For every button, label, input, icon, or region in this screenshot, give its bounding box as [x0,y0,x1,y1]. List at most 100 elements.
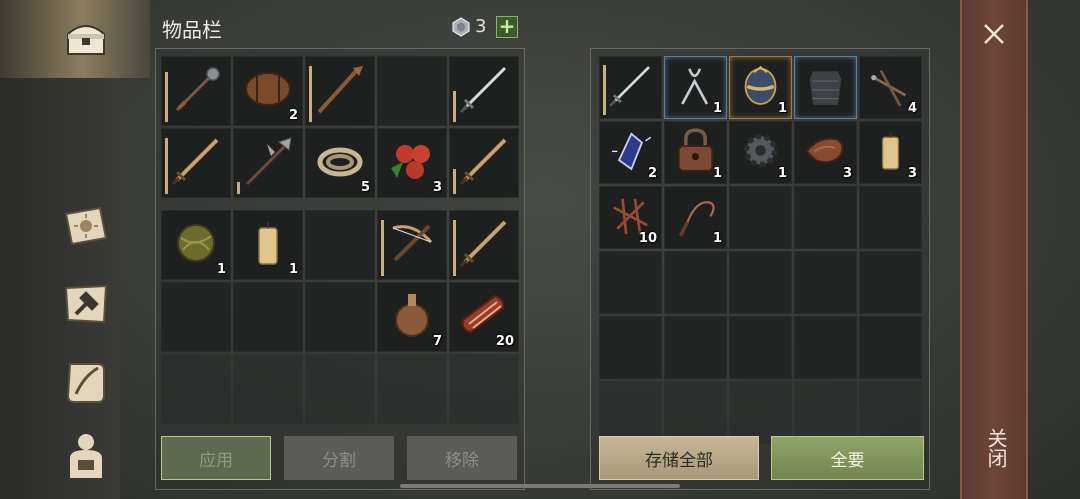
item-count: 5 [360,180,370,195]
inventory-slot[interactable]: 3 [794,121,857,184]
inventory-slot[interactable] [305,56,375,126]
inventory-slot[interactable]: 1 [664,121,727,184]
inventory-slot[interactable] [233,354,303,424]
wooden-sword-icon [455,132,513,194]
inventory-slot[interactable] [233,282,303,352]
durability-bar [309,66,312,122]
inventory-slot[interactable] [449,56,519,126]
durability-bar [237,182,240,194]
close-panel[interactable] [960,0,1028,499]
inventory-slot[interactable]: 3 [859,121,922,184]
inventory-slot[interactable] [161,56,231,126]
item-count: 2 [288,108,298,123]
inventory-slot[interactable]: 1 [233,210,303,280]
inventory-slot[interactable] [305,282,375,352]
inventory-slot[interactable] [859,186,922,249]
inventory-slot[interactable] [377,210,447,280]
inventory-slot[interactable] [449,210,519,280]
inventory-slot[interactable] [233,128,303,198]
inventory-slot[interactable]: 2 [233,56,303,126]
inventory-slot[interactable] [729,381,792,444]
inventory-slot[interactable]: 2 [599,121,662,184]
inventory-slot[interactable] [599,316,662,379]
sword-icon [455,60,513,122]
durability-bar [453,169,456,194]
item-count: 1 [712,231,722,246]
inventory-slot[interactable]: 5 [305,128,375,198]
inventory-slot[interactable] [664,251,727,314]
durability-bar [453,220,456,276]
backpack-grid: 1 1 7 20 [161,210,519,424]
armor-icon [800,60,851,115]
home-indicator [400,484,680,488]
inventory-slot[interactable]: 10 [599,186,662,249]
inventory-slot[interactable] [859,316,922,379]
item-count: 7 [432,334,442,349]
inventory-slot[interactable] [599,56,662,119]
durability-bar [603,65,606,115]
storage-grid: 1 1 4 2 1 1 3 3 10 1 [599,56,922,444]
inventory-slot[interactable] [859,381,922,444]
inventory-slot[interactable]: 1 [664,186,727,249]
inventory-slot[interactable] [599,381,662,444]
inventory-slot[interactable] [305,210,375,280]
inventory-slot[interactable] [664,381,727,444]
durability-bar [453,91,456,122]
inventory-slot[interactable] [377,56,447,126]
inventory-slot[interactable] [794,251,857,314]
gem-currency-icon [452,17,470,37]
inventory-slot[interactable] [859,251,922,314]
apply-button[interactable]: 应用 [161,436,271,480]
inventory-slot[interactable] [599,251,662,314]
sun-book-icon[interactable] [58,198,114,254]
inventory-slot[interactable] [794,381,857,444]
inventory-slot[interactable] [161,128,231,198]
item-count: 1 [712,101,722,116]
inventory-slot[interactable]: 1 [161,210,231,280]
mace-icon [167,60,225,122]
scroll-quill-icon[interactable] [58,354,114,410]
take-all-button[interactable]: 全要 [771,436,924,480]
store-all-button[interactable]: 存储全部 [599,436,759,480]
inventory-slot[interactable] [449,128,519,198]
split-button[interactable]: 分割 [284,436,394,480]
item-count: 1 [216,262,226,277]
inventory-slot[interactable]: 4 [859,56,922,119]
inventory-slot[interactable] [449,354,519,424]
inventory-slot[interactable] [664,316,727,379]
inventory-slot[interactable] [794,56,857,119]
close-label[interactable]: 关闭 [982,428,1011,468]
inventory-slot[interactable]: 7 [377,282,447,352]
inventory-slot[interactable] [161,354,231,424]
item-count: 3 [432,180,442,195]
character-icon[interactable] [58,428,114,484]
inventory-slot[interactable] [794,316,857,379]
inventory-slot[interactable]: 1 [729,56,792,119]
durability-bar [165,138,168,194]
item-count: 1 [777,101,787,116]
map-hammer-icon[interactable] [58,276,114,332]
inventory-slot[interactable] [377,354,447,424]
wooden-sword-icon [455,214,513,276]
durability-bar [381,220,384,276]
crossbow-icon [383,214,441,276]
inventory-slot[interactable]: 1 [664,56,727,119]
item-count: 4 [907,101,917,116]
halberd-icon [239,132,297,194]
inventory-slot[interactable]: 1 [729,121,792,184]
remove-button[interactable]: 移除 [407,436,517,480]
inventory-slot[interactable]: 20 [449,282,519,352]
item-count: 3 [842,166,852,181]
inventory-slot[interactable] [794,186,857,249]
inventory-slot[interactable] [729,316,792,379]
close-icon[interactable] [976,16,1012,52]
inventory-slot[interactable]: 3 [377,128,447,198]
chest-icon[interactable] [58,10,114,66]
inventory-slot[interactable] [161,282,231,352]
add-gems-button[interactable]: + [496,16,518,38]
gem-count: 3 [475,16,487,37]
inventory-slot[interactable] [729,186,792,249]
inventory-slot[interactable] [305,354,375,424]
item-count: 10 [638,231,657,246]
inventory-slot[interactable] [729,251,792,314]
